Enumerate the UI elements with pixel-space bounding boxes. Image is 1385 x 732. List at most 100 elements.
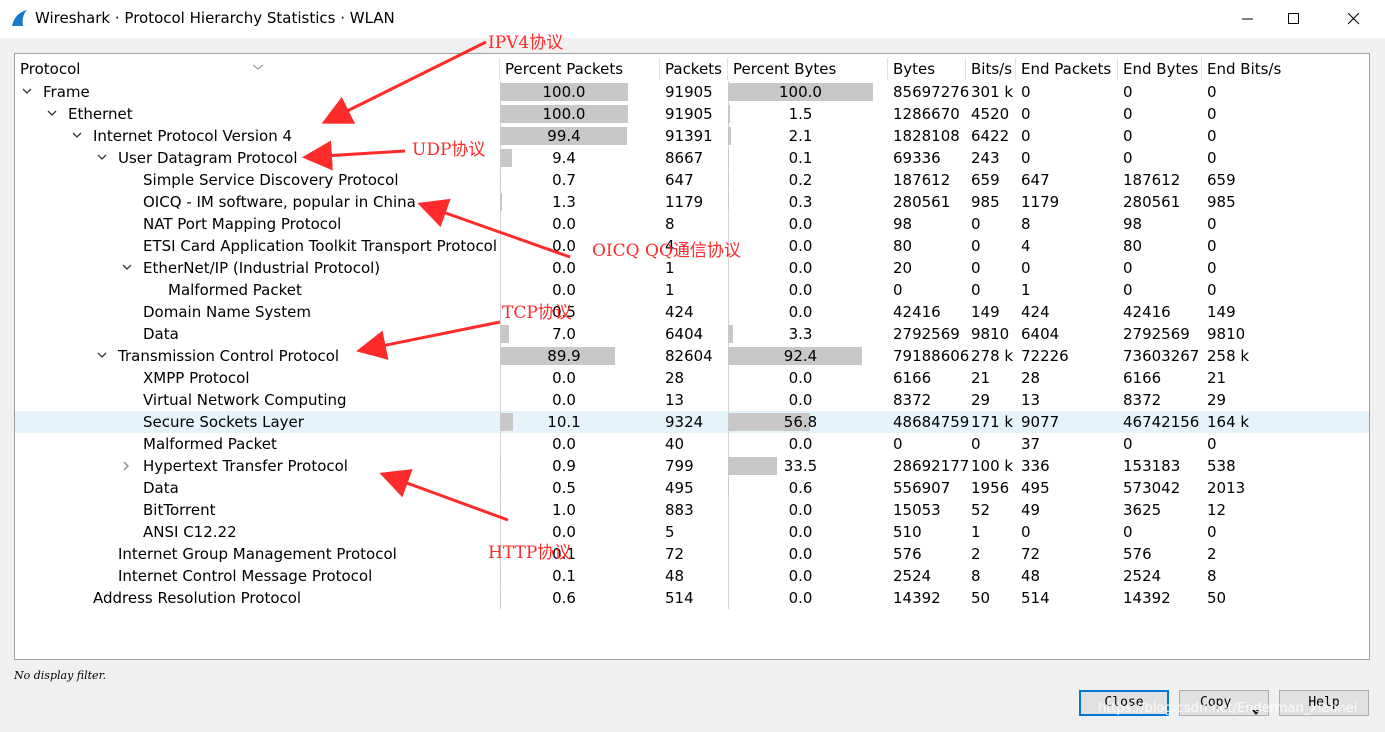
column-separator[interactable] [1117, 58, 1118, 80]
protocol-name: Internet Group Management Protocol [118, 545, 397, 563]
column-header-end-packets[interactable]: End Packets [1016, 58, 1118, 80]
cell-end-packets: 424 [1021, 303, 1050, 321]
tree-row[interactable]: OICQ - IM software, popular in China 1.3 1… [15, 191, 1369, 213]
tree-row[interactable]: ANSI C12.22 0.0 5 0.0 510 1 0 0 0 [15, 521, 1369, 543]
percent-bytes-value: 56.8 [783, 413, 818, 431]
chevron-down-icon[interactable] [21, 81, 35, 103]
cell-end-packets: 6404 [1021, 325, 1060, 343]
cell-bytes: 98 [893, 215, 913, 233]
percent-bytes-value: 0.0 [788, 589, 813, 607]
protocol-name: EtherNet/IP (Industrial Protocol) [143, 259, 381, 277]
percent-bytes-value: 100.0 [779, 83, 822, 101]
cell-bits: 243 [971, 149, 1000, 167]
cell-end-packets: 0 [1021, 259, 1031, 277]
tree-row[interactable]: Frame 100.0 91905 100.0 85697276 301 k 0 0 0 [15, 81, 1369, 103]
minimize-button[interactable] [1225, 0, 1271, 38]
protocol-name: Hypertext Transfer Protocol [143, 457, 348, 475]
column-separator[interactable] [659, 58, 660, 80]
tree-row[interactable]: Malformed Packet 0.0 40 0.0 0 0 37 0 0 [15, 433, 1369, 455]
column-separator[interactable] [1015, 58, 1016, 80]
cell-end-packets: 0 [1021, 105, 1031, 123]
tree-row[interactable]: Data 7.0 6404 3.3 2792569 9810 6404 2792569 9810 [15, 323, 1369, 345]
tree-row[interactable]: Internet Group Management Protocol 0.1 72 0… [15, 543, 1369, 565]
tree-row[interactable]: NAT Port Mapping Protocol 0.0 8 0.0 98 0 8 98 0 [15, 213, 1369, 235]
percent-packets-value: 0.0 [552, 215, 576, 233]
column-header-packets[interactable]: Packets [660, 58, 728, 80]
cell-bytes: 48684759 [893, 413, 970, 431]
column-separator[interactable] [1201, 58, 1202, 80]
protocol-name: Virtual Network Computing [143, 391, 347, 409]
cell-end-packets: 336 [1021, 457, 1050, 475]
cell-end-bytes: 73603267 [1123, 347, 1200, 365]
tree-row[interactable]: Domain Name System 0.5 424 0.0 42416 149 424 42… [15, 301, 1369, 323]
cell-end-bits: 0 [1207, 237, 1217, 255]
tree-row[interactable]: Internet Protocol Version 4 99.4 91391 2.1 1… [15, 125, 1369, 147]
column-separator[interactable] [887, 58, 888, 80]
tree-row[interactable]: Secure Sockets Layer 10.1 9324 56.8 48684759… [15, 411, 1369, 433]
close-icon [1348, 13, 1360, 25]
cell-end-bytes: 0 [1123, 281, 1133, 299]
cell-end-bits: 0 [1207, 435, 1217, 453]
cell-bytes: 14392 [893, 589, 941, 607]
protocol-name: XMPP Protocol [143, 369, 250, 387]
percent-bytes-value: 2.1 [788, 127, 813, 145]
tree-row[interactable]: Malformed Packet 0.0 1 0.0 0 0 1 0 0 [15, 279, 1369, 301]
protocol-name: Transmission Control Protocol [118, 347, 340, 365]
cell-bytes: 28692177 [893, 457, 970, 475]
cell-end-bytes: 280561 [1123, 193, 1181, 211]
column-header-row: Protocol Percent Packets Packets Percent By… [15, 58, 1369, 80]
tree-row[interactable]: Address Resolution Protocol 0.6 514 0.0 1439… [15, 587, 1369, 609]
cell-bytes: 6166 [893, 369, 932, 387]
tree-row[interactable]: BitTorrent 1.0 883 0.0 15053 52 49 3625 12 [15, 499, 1369, 521]
protocol-name: Frame [43, 83, 90, 101]
maximize-button[interactable] [1271, 0, 1317, 38]
chevron-down-icon[interactable] [96, 345, 110, 367]
tree-row[interactable]: Hypertext Transfer Protocol 0.9 799 33.5 286… [15, 455, 1369, 477]
protocol-name: Secure Sockets Layer [143, 413, 304, 431]
percent-bytes-value: 0.0 [788, 237, 813, 255]
cell-end-bytes: 14392 [1123, 589, 1171, 607]
chevron-right-icon[interactable] [121, 455, 135, 477]
cell-bits: 50 [971, 589, 991, 607]
cell-bytes: 187612 [893, 171, 951, 189]
cell-end-bits: 0 [1207, 523, 1217, 541]
column-header-end-bits-s[interactable]: End Bits/s [1202, 58, 1362, 80]
protocol-name: Malformed Packet [168, 281, 302, 299]
tree-row[interactable]: Simple Service Discovery Protocol 0.7 647 0… [15, 169, 1369, 191]
cell-packets: 647 [665, 171, 694, 189]
tree-row[interactable]: XMPP Protocol 0.0 28 0.0 6166 21 28 6166 21 [15, 367, 1369, 389]
percent-packets-value: 10.1 [547, 413, 581, 431]
tree-row[interactable]: Ethernet 100.0 91905 1.5 1286670 4520 0 0 0 [15, 103, 1369, 125]
column-separator[interactable] [727, 58, 728, 80]
tree-row[interactable]: Internet Control Message Protocol 0.1 48 0.… [15, 565, 1369, 587]
cell-bits: 171 k [971, 413, 1014, 431]
column-header-percent-bytes[interactable]: Percent Bytes [728, 58, 888, 80]
chevron-down-icon[interactable] [71, 125, 85, 147]
chevron-down-icon[interactable] [96, 147, 110, 169]
cell-packets: 1 [665, 281, 675, 299]
cell-bytes: 15053 [893, 501, 941, 519]
percent-bytes-value: 0.0 [788, 545, 813, 563]
chevron-down-icon[interactable] [121, 257, 135, 279]
protocol-hierarchy-tree[interactable]: Protocol Percent Packets Packets Percent By… [14, 53, 1370, 660]
cell-bytes: 8372 [893, 391, 932, 409]
tree-row[interactable]: Transmission Control Protocol 89.9 82604 92… [15, 345, 1369, 367]
tree-row[interactable]: Data 0.5 495 0.6 556907 1956 495 573042 2013 [15, 477, 1369, 499]
column-header-end-bytes[interactable]: End Bytes [1118, 58, 1202, 80]
cell-bits: 0 [971, 281, 981, 299]
column-header-bits-s[interactable]: Bits/s [966, 58, 1016, 80]
cell-bits: 985 [971, 193, 1000, 211]
column-separator[interactable] [965, 58, 966, 80]
tree-row[interactable]: User Datagram Protocol 9.4 8667 0.1 69336 243… [15, 147, 1369, 169]
column-separator[interactable] [499, 58, 500, 80]
column-header-percent-packets[interactable]: Percent Packets [500, 58, 660, 80]
cell-end-packets: 28 [1021, 369, 1041, 387]
tree-row[interactable]: Virtual Network Computing 0.0 13 0.0 8372 29 1… [15, 389, 1369, 411]
chevron-down-icon[interactable] [46, 103, 60, 125]
cell-packets: 72 [665, 545, 685, 563]
cell-packets: 883 [665, 501, 694, 519]
close-window-button[interactable] [1331, 0, 1377, 38]
annotation-ipv4: IPV4协议 [488, 33, 564, 53]
column-header-protocol[interactable]: Protocol [15, 58, 500, 80]
column-header-bytes[interactable]: Bytes [888, 58, 966, 80]
